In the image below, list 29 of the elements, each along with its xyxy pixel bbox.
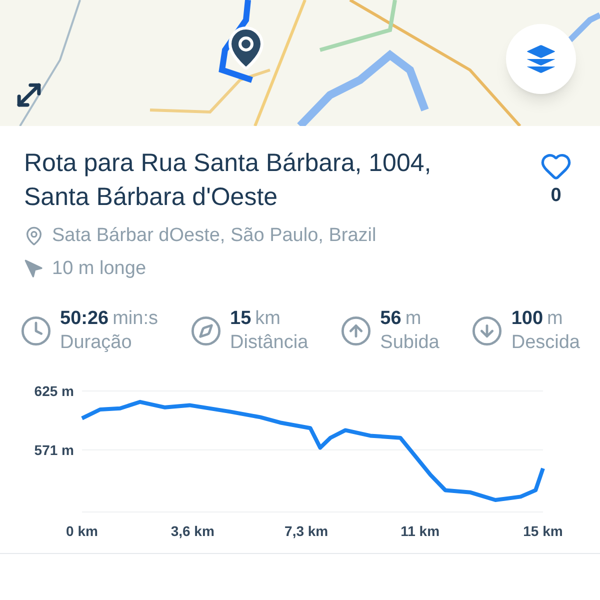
axis-label: 625 m	[34, 382, 74, 398]
axis-label: 3,6 km	[170, 522, 214, 538]
axis-label: 11 km	[400, 522, 440, 538]
stat-unit: m	[405, 307, 422, 331]
navigation-icon	[24, 258, 44, 279]
stat-value: 100	[511, 307, 544, 331]
stat-unit: m	[547, 307, 563, 331]
axis-label: 0 km	[66, 522, 98, 538]
stat-unit: min:s	[112, 307, 158, 331]
down-icon	[471, 314, 504, 347]
axis-label: 7,3 km	[284, 522, 328, 538]
stat-value: 56	[380, 307, 402, 331]
stat-value: 15	[230, 307, 252, 331]
location-text: Sata Bárbar dOeste, São Paulo, Brazil	[52, 224, 376, 248]
distance-text: 10 m longe	[52, 256, 146, 280]
axis-label: 571 m	[34, 441, 74, 458]
stat-value: 50:26	[60, 307, 109, 331]
compass-icon	[190, 314, 222, 347]
stat-label: Duração	[60, 330, 133, 354]
stat-label: Subida	[380, 330, 440, 354]
clock-icon	[20, 314, 52, 347]
location-icon	[24, 226, 44, 246]
route-title: Rota para Rua Santa Bárbara, 1004, Santa Bárbara d'Oeste	[24, 148, 432, 213]
stat-label: Descida	[511, 330, 580, 354]
like-count: 0	[550, 184, 562, 208]
stat-unit: km	[255, 307, 280, 331]
up-icon	[340, 314, 372, 347]
stat-label: Distância	[230, 330, 308, 354]
axis-label: 15 km	[523, 522, 563, 538]
